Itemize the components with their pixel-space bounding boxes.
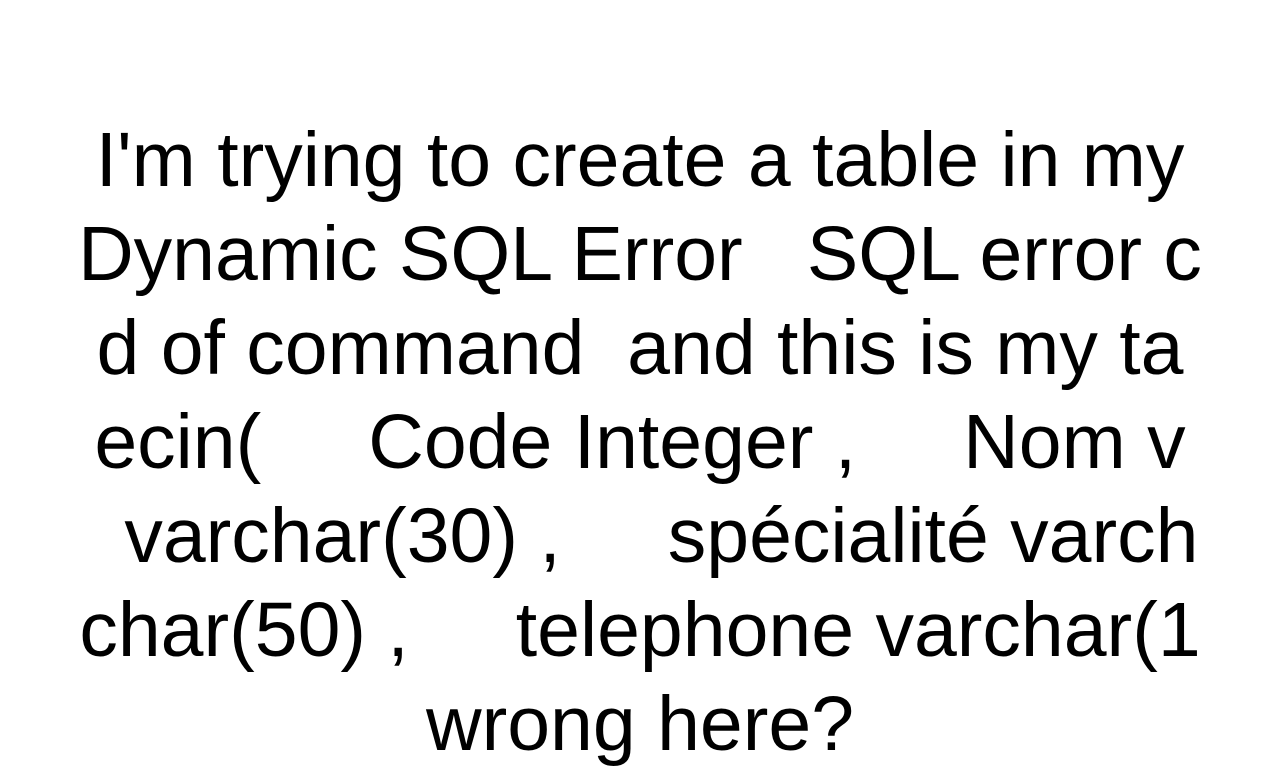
line-4: ecin( Code Integer , Nom v	[94, 399, 1185, 485]
line-2: Dynamic SQL Error SQL error c	[78, 211, 1202, 297]
line-7: wrong here?	[426, 681, 854, 767]
line-5: varchar(30) , spécialité varch	[82, 493, 1199, 579]
line-3: d of command and this is my ta	[96, 305, 1183, 391]
line-6: char(50) , telephone varchar(1	[79, 587, 1200, 673]
text-block: I'm trying to create a table in my Dynam…	[78, 20, 1202, 772]
line-1: I'm trying to create a table in my	[96, 117, 1185, 203]
